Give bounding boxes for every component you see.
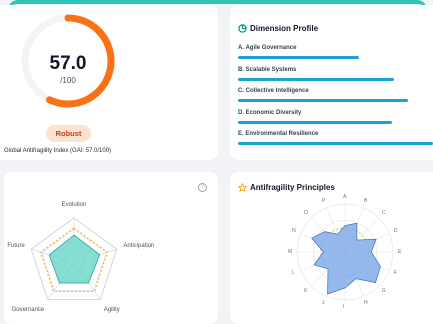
principles-polar-chart <box>296 203 394 301</box>
polar-axis-label: O <box>304 210 308 217</box>
radar-axis-label: Governance <box>11 306 45 313</box>
polar-axis-label: B <box>364 198 368 205</box>
polar-axis-label: A <box>343 194 347 200</box>
radar-axis-label: Anticipation <box>123 243 155 250</box>
radar-axis-label: Evolution <box>61 202 87 208</box>
polar-axis-label: C <box>381 210 386 217</box>
polar-axis-label: G <box>381 287 386 294</box>
score-value: 57.0 <box>49 53 87 74</box>
dimension-bar <box>238 142 433 145</box>
dimension-label: A. Agile Governance <box>238 45 297 51</box>
polar-data-area <box>311 222 381 295</box>
polar-axis-label: P <box>321 198 326 205</box>
polar-axis-label: L <box>292 270 295 277</box>
radar-axis-label: Future <box>7 243 25 250</box>
dimension-bar <box>238 120 393 124</box>
polar-axis-label: I <box>343 304 345 310</box>
polar-axis-label: N <box>292 227 296 234</box>
dimension-label: C. Collective Intelligence <box>238 88 309 94</box>
dimension-profile-title: Dimension Profile <box>250 24 319 33</box>
dimension-label: E. Environmental Resilience <box>238 131 319 137</box>
dimension-label: B. Scalable Systems <box>238 66 297 73</box>
pie-chart-icon <box>238 24 247 33</box>
status-badge: Robust <box>46 125 91 142</box>
radar-chart <box>30 217 118 300</box>
radar-card: ? Evolution Anticipation Agility Governance… <box>4 172 218 324</box>
polar-axis-label: K <box>304 287 308 294</box>
radar-axis-label: Agility <box>103 306 120 313</box>
gai-label: Global Antifragility Index (GAI: 57.0/10… <box>4 148 112 154</box>
score-max: /100 <box>60 76 76 85</box>
polar-axis-label: F <box>393 270 397 277</box>
polar-axis-label: E <box>398 249 402 255</box>
dimension-bar <box>238 99 408 102</box>
principles-card: Antifragility Principles ABCDEFGHIJKLMNO… <box>230 172 433 324</box>
dimension-label: D. Economic Diversity <box>238 109 302 116</box>
polar-axis-label: J <box>321 299 325 306</box>
dimension-profile-card: Dimension Profile A. Agile Governance B. … <box>230 5 433 160</box>
polar-axis-label: M <box>288 249 293 255</box>
dimension-bar <box>238 56 359 59</box>
polar-axis-label: H <box>364 299 368 306</box>
dimension-bar <box>238 77 394 81</box>
polar-axis-label: D <box>393 227 398 234</box>
gauge-card: 57.0 /100 Robust Global Antifragility In… <box>0 5 218 160</box>
